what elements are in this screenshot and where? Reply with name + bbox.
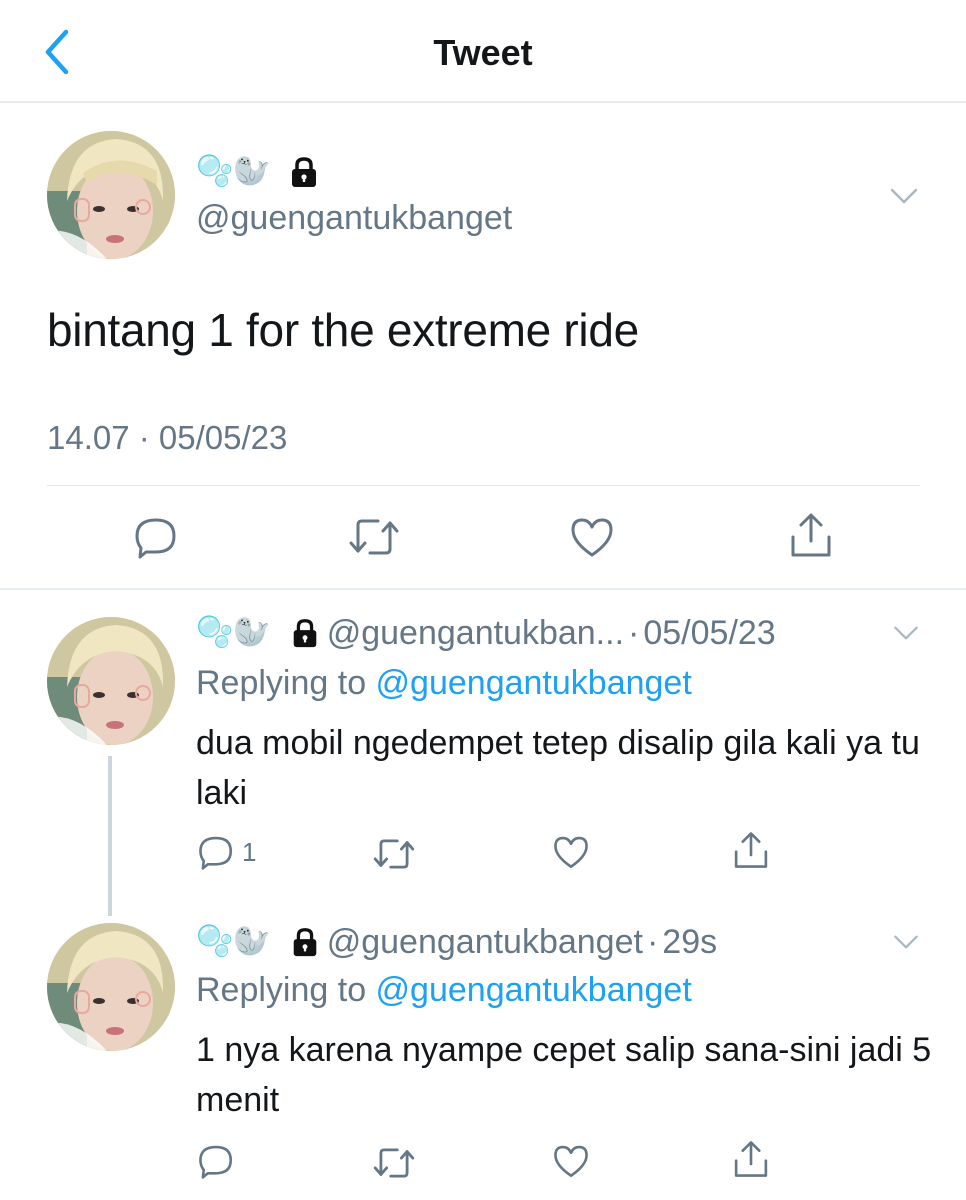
retweet-icon	[373, 839, 415, 869]
avatar[interactable]	[47, 617, 175, 745]
share-button[interactable]	[732, 830, 770, 870]
retweet-button[interactable]	[348, 515, 400, 559]
share-icon	[734, 1141, 768, 1177]
tweet-text: dua mobil ngedempet tetep disalip gila k…	[196, 724, 920, 812]
chevron-down-icon	[894, 935, 918, 949]
display-name-emojis: 🫧🦭	[196, 615, 271, 650]
separator-dot: ·	[628, 613, 640, 652]
reply-tweet[interactable]: 🫧🦭 @guengantukban... · 05/05/23 Replying…	[0, 590, 966, 910]
reply-count: 1	[242, 836, 257, 867]
display-name[interactable]: 🫧🦭	[196, 150, 321, 194]
like-button[interactable]	[569, 515, 615, 559]
reply-icon	[199, 836, 233, 870]
tweet-text: 1 nya karena nyampe cepet salip sana-sin…	[196, 1031, 932, 1119]
chevron-down-icon	[890, 188, 918, 204]
retweet-button[interactable]	[372, 1145, 416, 1181]
replying-to-label: Replying to	[196, 664, 376, 702]
reply-tweet[interactable]: 🫧🦭 @guengantukbanget · 29s Replying to @…	[0, 915, 966, 1200]
heart-icon	[554, 1145, 588, 1178]
display-name-emojis: 🫧🦭	[196, 924, 271, 959]
replying-to-label: Replying to	[196, 971, 376, 1009]
like-button[interactable]	[552, 834, 590, 870]
tweet-text: bintang 1 for the extreme ride	[47, 304, 639, 356]
mention-link[interactable]: @guengantukbanget	[376, 664, 692, 702]
reply-icon	[135, 518, 176, 559]
mention-link[interactable]: @guengantukbanget	[376, 971, 692, 1009]
user-handle[interactable]: @guengantukban...	[327, 614, 624, 653]
reply-icon	[199, 1145, 233, 1179]
reply-button[interactable]: 1	[198, 834, 256, 870]
heart-icon	[571, 518, 613, 557]
reply-button[interactable]	[198, 1143, 242, 1179]
retweet-icon	[349, 519, 399, 555]
heart-icon	[554, 836, 588, 869]
replying-to-line: Replying to @guengantukbanget	[196, 664, 692, 703]
replying-to-line: Replying to @guengantukbanget	[196, 971, 692, 1010]
top-nav-bar: Tweet	[0, 0, 966, 103]
share-icon	[734, 832, 768, 868]
avatar[interactable]	[47, 923, 175, 1051]
lock-icon	[293, 928, 317, 957]
like-button[interactable]	[552, 1143, 590, 1179]
tweet-menu-button[interactable]	[886, 618, 926, 648]
reply-header: 🫧🦭 @guengantukban... · 05/05/23	[196, 610, 776, 656]
share-button[interactable]	[788, 511, 834, 559]
page-title: Tweet	[433, 32, 533, 73]
reply-button[interactable]	[134, 515, 178, 559]
chevron-down-icon	[894, 626, 918, 640]
share-button[interactable]	[732, 1139, 770, 1179]
main-tweet[interactable]: 🫧🦭 @guengantukbanget bintang 1 for the e…	[0, 105, 966, 590]
retweet-button[interactable]	[372, 836, 416, 872]
lock-icon	[291, 157, 316, 187]
divider	[47, 485, 920, 486]
user-handle[interactable]: @guengantukbanget	[327, 923, 643, 962]
tweet-menu-button[interactable]	[884, 181, 924, 211]
reply-timestamp: 29s	[662, 922, 718, 961]
retweet-icon	[373, 1148, 415, 1178]
lock-icon	[293, 619, 317, 648]
reply-header: 🫧🦭 @guengantukbanget · 29s	[196, 919, 717, 965]
share-icon	[791, 513, 831, 557]
display-name-emojis: 🫧🦭	[196, 154, 271, 189]
user-handle[interactable]: @guengantukbanget	[196, 199, 512, 238]
avatar[interactable]	[47, 131, 175, 259]
separator-dot: ·	[646, 922, 659, 961]
tweet-menu-button[interactable]	[886, 927, 926, 957]
tweet-timestamp: 14.07 · 05/05/23	[47, 419, 288, 456]
tweet-detail-screen: Tweet 🫧🦭 @guengantukbanget bintang 1 for…	[0, 0, 966, 1200]
reply-timestamp: 05/05/23	[643, 613, 776, 652]
